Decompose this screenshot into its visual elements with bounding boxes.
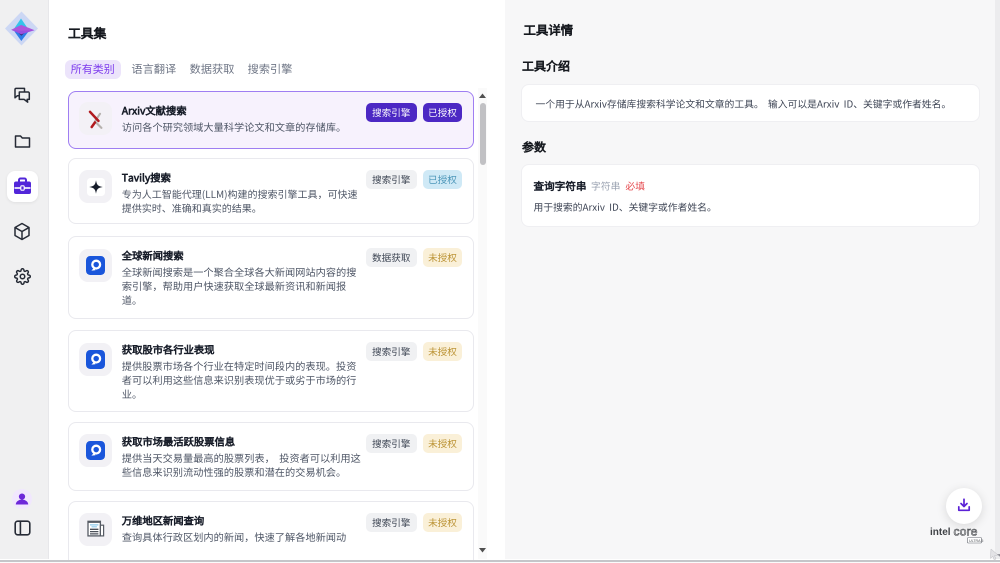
svg-text:core: core xyxy=(954,525,978,539)
svg-text:ULTRA 5: ULTRA 5 xyxy=(969,539,983,543)
svg-text:intel: intel xyxy=(930,527,951,538)
